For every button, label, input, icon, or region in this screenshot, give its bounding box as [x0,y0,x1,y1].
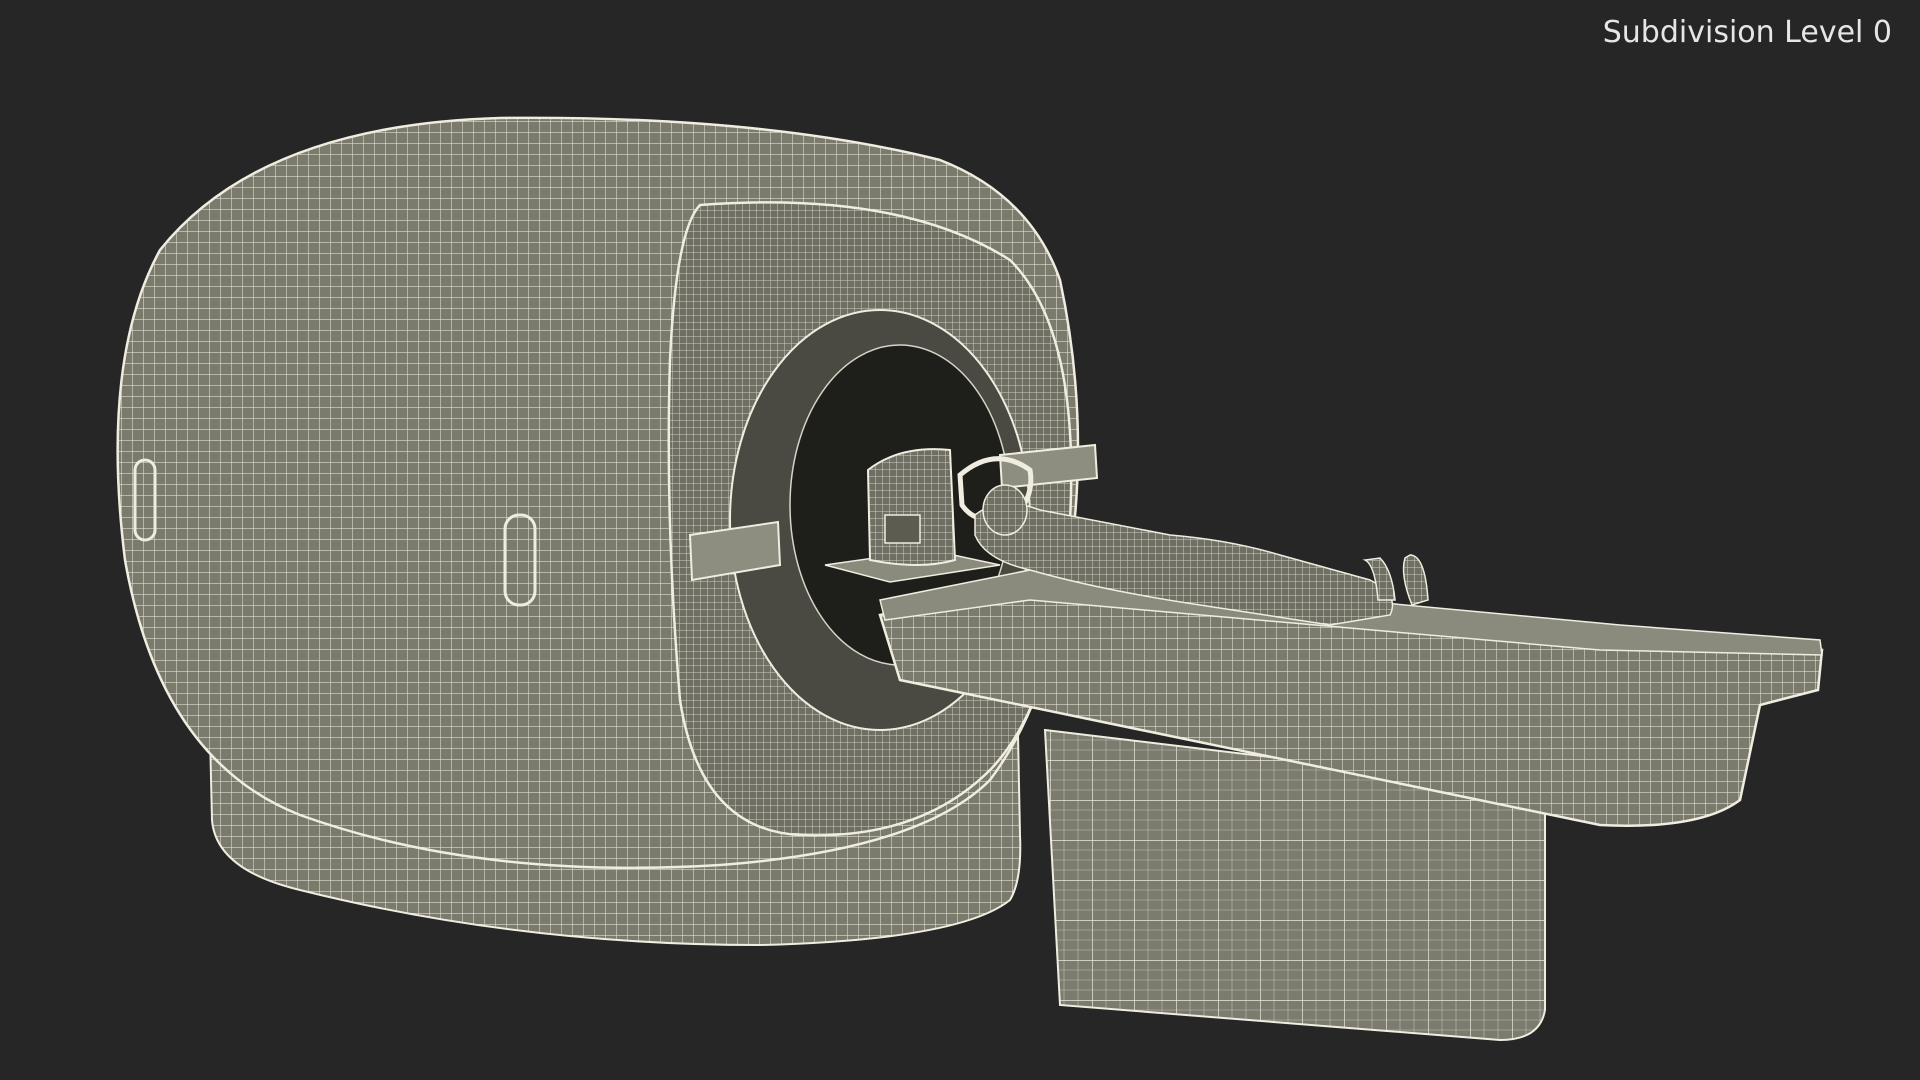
viewport-label: Subdivision Level 0 [1603,15,1892,50]
viewport-canvas[interactable]: Subdivision Level 0 [0,0,1920,1080]
